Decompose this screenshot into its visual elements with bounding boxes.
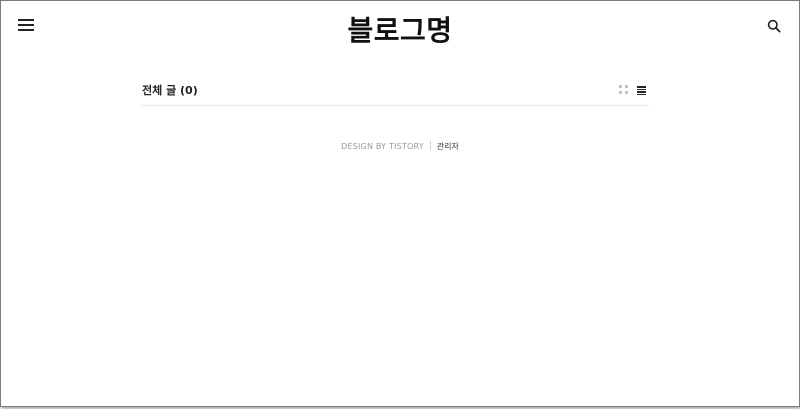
list-view-icon[interactable] <box>637 85 647 95</box>
post-count-title: 전체 글 (0) <box>142 84 198 97</box>
view-toggle <box>619 84 647 96</box>
post-list-header: 전체 글 (0) <box>141 77 649 106</box>
design-credit-link[interactable]: DESIGN BY TISTORY <box>341 142 424 151</box>
grid-view-icon[interactable] <box>619 85 629 95</box>
blog-title[interactable]: 블로그명 <box>1 13 799 49</box>
blog-footer: DESIGN BY TISTORY 관리자 <box>1 141 799 153</box>
footer-divider <box>429 141 431 150</box>
blog-header: 블로그명 <box>1 1 799 61</box>
post-list-section: 전체 글 (0) <box>141 77 649 106</box>
browser-page: 블로그명 전체 글 (0) DESIGN BY TISTORY 관리자 <box>0 0 800 407</box>
admin-link[interactable]: 관리자 <box>437 142 459 151</box>
search-icon[interactable] <box>767 18 781 33</box>
